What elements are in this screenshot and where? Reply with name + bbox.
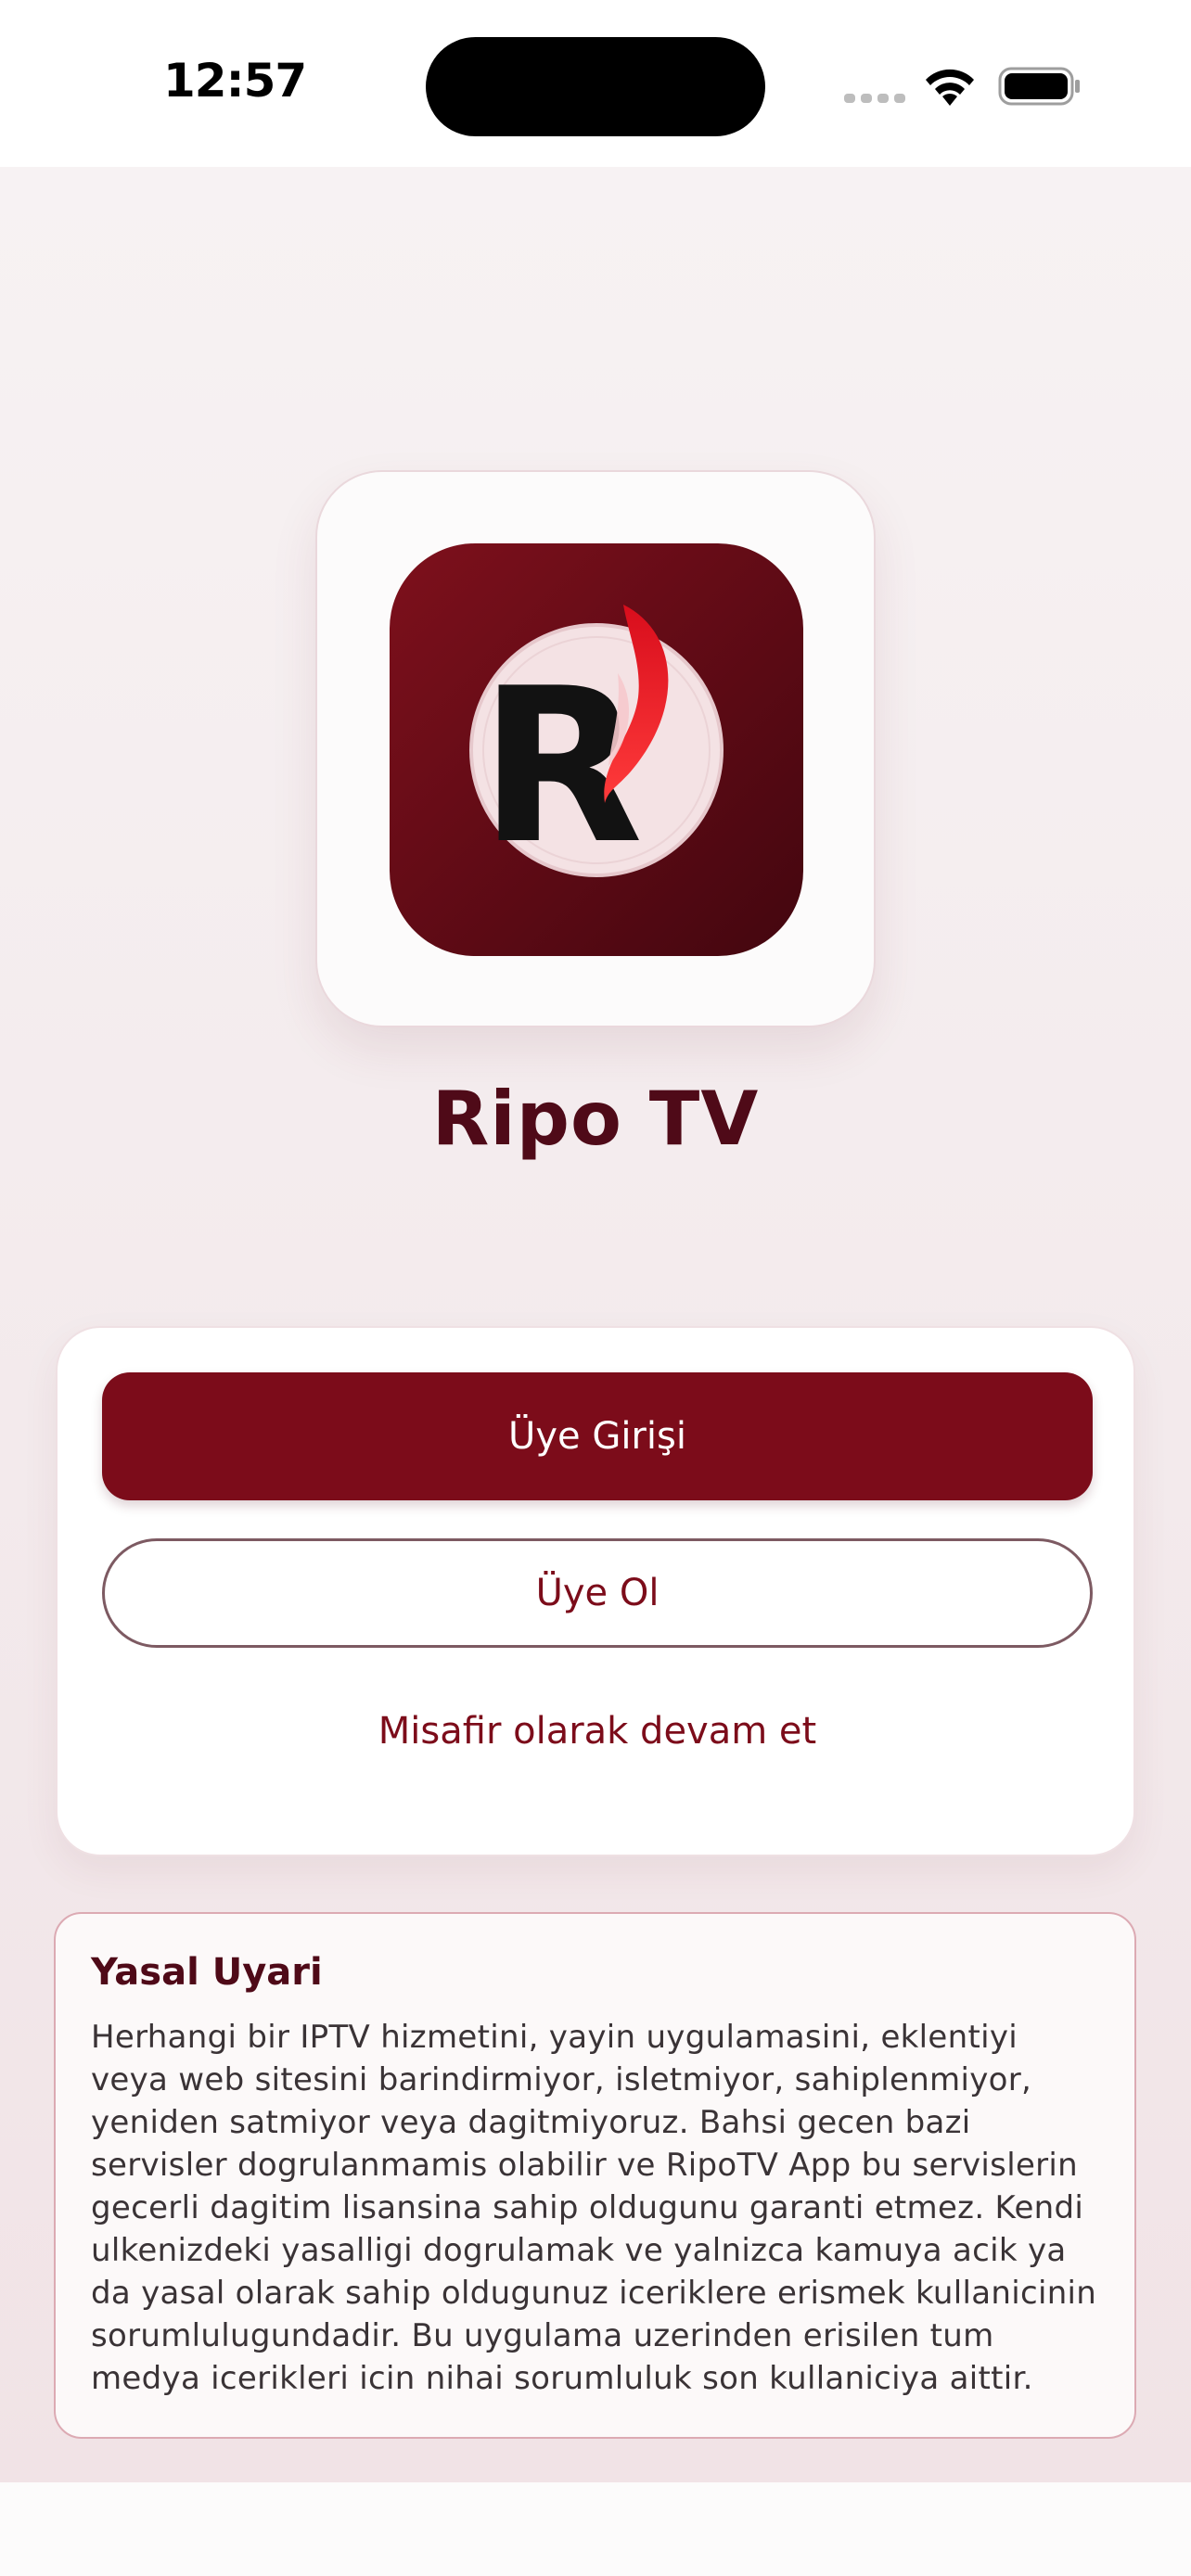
dynamic-island (426, 37, 765, 136)
legal-body: Herhangi bir IPTV hizmetini, yayin uygul… (91, 2019, 1097, 2397)
battery-icon (998, 67, 1080, 106)
legal-disclaimer-card: Yasal Uyari Herhangi bir IPTV hizmetini,… (54, 1912, 1136, 2439)
auth-card: Üye Girişi Üye Ol Misafir olarak devam e… (56, 1326, 1135, 1856)
ripo-tv-logo-icon: R (390, 543, 803, 956)
guest-continue-link[interactable]: Misafir olarak devam et (102, 1694, 1093, 1768)
status-bar: 12:57 (0, 0, 1191, 167)
login-button[interactable]: Üye Girişi (102, 1372, 1093, 1500)
home-indicator-area (0, 2482, 1191, 2576)
signup-button[interactable]: Üye Ol (102, 1538, 1093, 1648)
status-time: 12:57 (163, 54, 307, 108)
cellular-signal-icon (844, 89, 905, 106)
legal-title: Yasal Uyari (91, 1951, 323, 1994)
app-title: Ripo TV (431, 1076, 760, 1162)
wifi-icon (926, 69, 974, 106)
logo-card: R (315, 470, 876, 1027)
